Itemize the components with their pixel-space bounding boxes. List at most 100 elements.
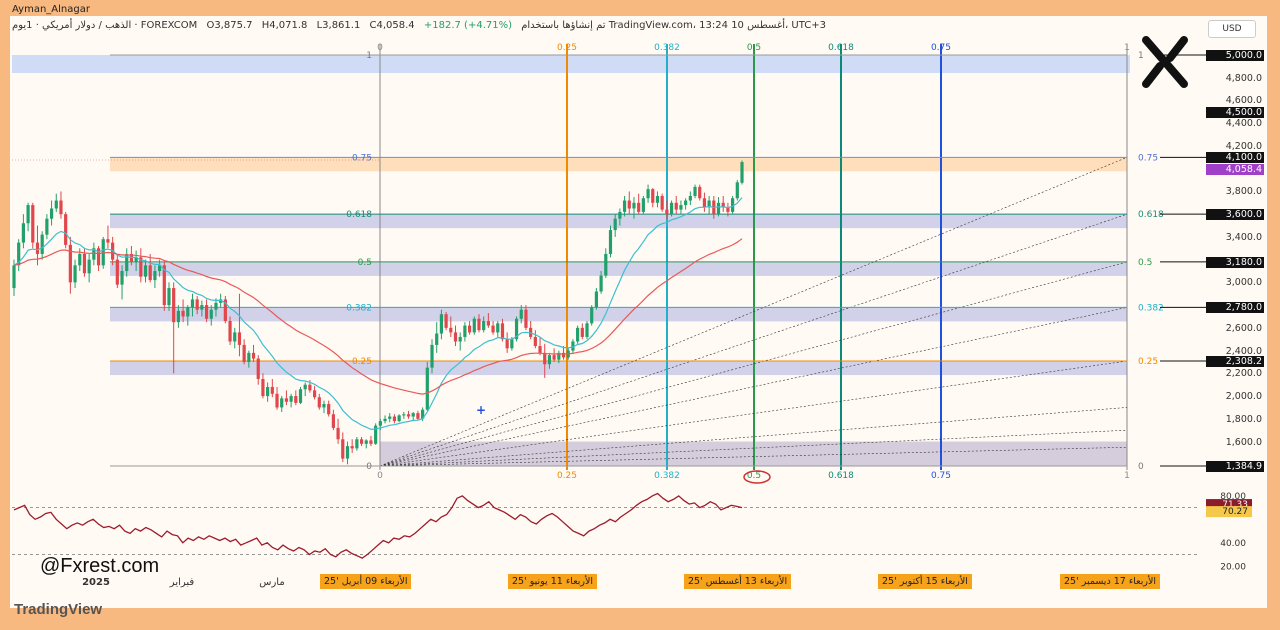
candle-body (716, 202, 721, 215)
candle-body (646, 189, 650, 199)
candle-body (54, 200, 58, 209)
candle-body (256, 358, 260, 380)
time-fib-label-bottom: 0 (377, 471, 383, 481)
candle-body (209, 309, 213, 319)
candle-body (369, 440, 373, 444)
candle-body (538, 346, 542, 353)
author-label: Ayman_Alnagar (12, 4, 90, 15)
candle-body (78, 253, 82, 266)
candle-body (12, 265, 16, 289)
candle-body (143, 265, 148, 277)
candle-body (510, 339, 514, 349)
candle-body (331, 414, 335, 428)
price-level-label: 3,600.0 (1206, 209, 1264, 221)
candle-body (336, 427, 340, 440)
fib-label-left: 0 (366, 462, 372, 472)
price-level-label: 4,500.0 (1206, 106, 1264, 118)
candle-body (618, 211, 622, 219)
tradingview-logo: TradingView (14, 601, 103, 618)
fib-label-left: 0.25 (352, 357, 372, 367)
candle-body (543, 352, 547, 365)
candle-body (660, 195, 664, 210)
high-value: H4,071.8 (261, 20, 308, 31)
date-label: الأربعاء 13 أغسطس '25 (684, 574, 792, 589)
candle-body (247, 352, 251, 362)
fib-label-right: 0.5 (1138, 258, 1152, 268)
candle-body (608, 230, 613, 254)
last-price-label: 4,058.4 (1206, 164, 1264, 176)
candle-body (233, 332, 237, 342)
rsi-panel: 80.0040.0020.0071.3370.272025 فبراير مارس (12, 470, 1252, 588)
band-4 (110, 361, 1127, 376)
candle-body (106, 239, 110, 243)
candle-body (397, 415, 401, 422)
candle-body (477, 318, 481, 331)
candle-body (49, 208, 54, 219)
candle-body (439, 314, 444, 334)
price-tick: 4,800.0 (1225, 72, 1262, 84)
candle-body (64, 214, 68, 245)
candle-body (251, 352, 256, 359)
rsi-tick: 20.00 (1220, 562, 1246, 572)
candle-body (73, 265, 77, 283)
candle-body (500, 323, 505, 340)
fib-label-right: 0.75 (1138, 153, 1158, 163)
candle-body (416, 413, 420, 419)
candle-body (172, 288, 176, 323)
candle-body (167, 288, 171, 306)
chart-canvas: 000.250.250.3820.3820.50.50.6180.6180.75… (12, 36, 1252, 588)
candle-body (289, 396, 293, 402)
candle-body (547, 355, 552, 365)
price-level-label: 2,780.0 (1206, 302, 1264, 314)
candle-body (228, 321, 232, 342)
x-axis-label: مارس (259, 577, 284, 588)
candle-body (204, 305, 209, 319)
candle-body (40, 234, 44, 254)
fib-label-right: 0.618 (1138, 210, 1164, 220)
candle-body (388, 416, 392, 419)
candle-body (444, 314, 448, 328)
candle-body (702, 198, 707, 208)
price-tick: 2,000.0 (1225, 391, 1262, 403)
price-tick: 3,000.0 (1225, 277, 1262, 289)
candle-body (533, 336, 537, 347)
candle-body (153, 271, 157, 281)
price-tick: 2,400.0 (1225, 345, 1262, 357)
time-fib-label-top: 1 (1124, 43, 1130, 53)
candle-body (693, 186, 697, 196)
candle-body (294, 396, 298, 403)
candle-body (627, 200, 631, 209)
candle-body (45, 218, 49, 235)
candle-body (688, 195, 692, 201)
candle-body (355, 439, 359, 449)
price-level-label: 1,384.9 (1206, 461, 1264, 472)
currency-button[interactable]: USD (1208, 20, 1256, 38)
candle-body (425, 367, 429, 410)
candle-body (275, 393, 279, 408)
price-tick: 2,200.0 (1225, 368, 1262, 380)
fib-label-right: 0 (1138, 462, 1144, 472)
candle-body (655, 195, 660, 203)
time-fib-label-bottom: 1 (1124, 471, 1130, 481)
x-axis-label: 2025 (82, 577, 110, 588)
candle-body (472, 318, 476, 333)
price-level-label: 5,000.0 (1206, 50, 1264, 61)
candle-body (87, 259, 91, 274)
price-tick: 3,400.0 (1225, 231, 1262, 243)
time-fib-label-bottom: 0.25 (557, 471, 577, 481)
price-tick: 1,600.0 (1225, 436, 1262, 448)
candle-body (359, 439, 364, 444)
candle-body (303, 384, 307, 390)
candle-body (345, 446, 350, 459)
fib-label-left: 0.75 (352, 153, 372, 163)
date-label: الأربعاء 17 ديسمبر '25 (1060, 574, 1161, 589)
change-value: +182.7 (+4.71%) (423, 20, 512, 31)
rsi-ma-value: 70.27 (1222, 507, 1248, 517)
time-fib-label-top: 0 (377, 43, 383, 53)
time-fib-label-bottom: 0.75 (931, 471, 951, 481)
price-tick: 3,800.0 (1225, 186, 1262, 198)
candle-body (496, 323, 500, 333)
fib-label-right: 0.382 (1138, 303, 1164, 313)
candle-body (190, 299, 195, 308)
candle-body (35, 242, 40, 254)
